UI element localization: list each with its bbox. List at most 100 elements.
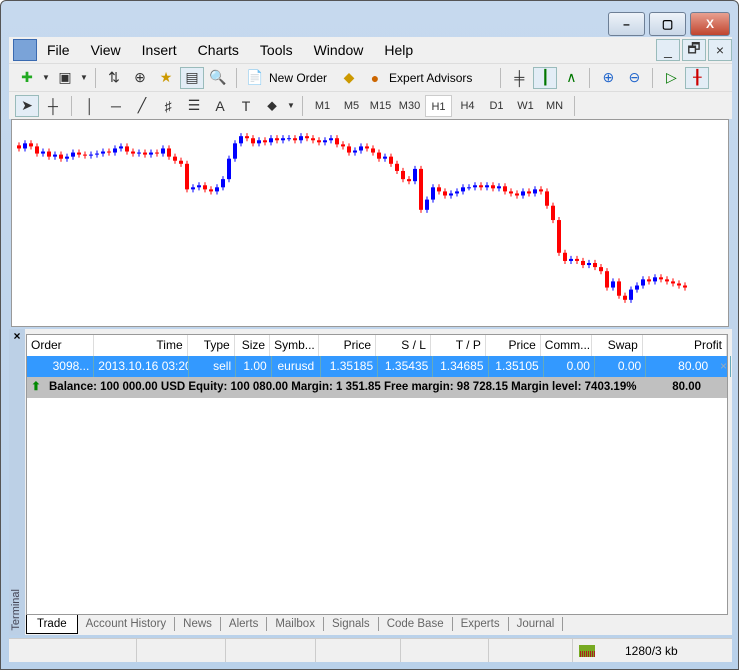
candle-body xyxy=(383,156,387,159)
cursor-icon[interactable]: ➤ xyxy=(15,94,39,117)
chart-shift-icon[interactable]: ╂ xyxy=(685,66,710,89)
timeframe-h1[interactable]: H1 xyxy=(425,94,452,117)
candle-body xyxy=(521,191,525,196)
candle xyxy=(401,167,405,183)
table-row[interactable]: 3098... 2013.10.16 03:20 sell 1.00 eurusd 1.3… xyxy=(27,356,732,377)
timeframe-m5[interactable]: M5 xyxy=(338,95,365,117)
tab-news[interactable]: News xyxy=(175,617,221,631)
column-header-2[interactable]: Type xyxy=(188,335,235,356)
zoom-out-icon[interactable]: ⊖ xyxy=(622,67,646,89)
column-header-5[interactable]: Price xyxy=(319,335,377,356)
candle-body xyxy=(293,138,297,141)
dropdown-arrow-icon[interactable]: ▼ xyxy=(286,95,296,117)
maximize-button[interactable]: ▢ xyxy=(649,12,686,36)
candle xyxy=(575,255,579,265)
bar-chart-icon[interactable]: ╪ xyxy=(507,67,531,89)
tab-signals[interactable]: Signals xyxy=(324,617,379,631)
zoom-in-icon[interactable]: ⊕ xyxy=(596,67,620,89)
column-header-3[interactable]: Size xyxy=(235,335,271,356)
dropdown-arrow-icon[interactable]: ▼ xyxy=(41,67,51,89)
timeframe-w1[interactable]: W1 xyxy=(512,95,539,117)
menu-file[interactable]: File xyxy=(47,42,70,58)
menu-window[interactable]: Window xyxy=(314,42,364,58)
market-watch-icon[interactable]: ⇅ xyxy=(102,67,126,89)
candle xyxy=(527,188,531,197)
tab-mailbox[interactable]: Mailbox xyxy=(267,617,324,631)
menu-charts[interactable]: Charts xyxy=(198,42,239,58)
menu-help[interactable]: Help xyxy=(384,42,413,58)
timeframe-m1[interactable]: M1 xyxy=(309,95,336,117)
crosshair-target-icon[interactable]: ⊕ xyxy=(128,67,152,89)
minimize-button[interactable]: – xyxy=(608,12,645,36)
profiles-icon[interactable]: ▣ xyxy=(53,67,77,89)
metaeditor-icon[interactable]: ◆ xyxy=(337,67,361,89)
column-header-8[interactable]: Price xyxy=(486,335,541,356)
new-order-icon[interactable]: 📄 xyxy=(243,67,267,89)
autoscroll-icon[interactable]: ▷ xyxy=(659,67,683,89)
candle-body xyxy=(485,185,489,188)
column-header-0[interactable]: Order xyxy=(27,335,94,356)
column-header-6[interactable]: S / L xyxy=(376,335,431,356)
candle-body xyxy=(233,143,237,159)
column-header-7[interactable]: T / P xyxy=(431,335,486,356)
column-header-11[interactable]: Profit xyxy=(643,335,727,356)
tab-code-base[interactable]: Code Base xyxy=(379,617,453,631)
new-order-button[interactable]: New Order xyxy=(269,71,327,85)
mdi-close-button[interactable]: × xyxy=(708,39,732,61)
close-button[interactable]: X xyxy=(690,12,730,36)
tab-journal[interactable]: Journal xyxy=(509,617,564,631)
vertical-line-icon[interactable]: │ xyxy=(78,95,102,117)
text-label-icon[interactable]: T xyxy=(234,95,258,117)
tab-alerts[interactable]: Alerts xyxy=(221,617,268,631)
terminal-icon[interactable]: ▤ xyxy=(180,66,204,89)
mdi-restore-button[interactable]: 🗗 xyxy=(682,39,706,61)
tab-experts[interactable]: Experts xyxy=(453,617,509,631)
timeframe-h4[interactable]: H4 xyxy=(454,95,481,117)
drawing-toolbar: ➤ ┼ │ ─ ╱ ♯ ☰ A T ⬥ ▼ M1 M5 M15 M30 H1 H4… xyxy=(9,91,732,119)
candle xyxy=(515,190,519,199)
candle xyxy=(137,149,141,157)
column-header-9[interactable]: Comm... xyxy=(541,335,592,356)
close-order-icon[interactable]: × xyxy=(713,356,727,377)
mdi-minimize-button[interactable]: _ xyxy=(656,39,680,61)
tab-account-history[interactable]: Account History xyxy=(78,617,176,631)
dropdown-arrow-icon[interactable]: ▼ xyxy=(79,67,89,89)
arrows-icon[interactable]: ⬥ xyxy=(260,95,284,117)
timeframe-d1[interactable]: D1 xyxy=(483,95,510,117)
fibonacci-icon[interactable]: ☰ xyxy=(182,95,206,117)
candle xyxy=(245,133,249,142)
menu-insert[interactable]: Insert xyxy=(142,42,177,58)
candle xyxy=(293,135,297,144)
terminal-panel: × Terminal Order Time Type Size Symb... Price… xyxy=(9,329,732,635)
column-header-1[interactable]: Time xyxy=(94,335,188,356)
strategy-tester-icon[interactable]: 🔍 xyxy=(206,67,230,89)
candle xyxy=(449,190,453,199)
new-chart-icon[interactable]: ✚ xyxy=(15,67,39,89)
price-chart[interactable] xyxy=(11,119,729,327)
menu-view[interactable]: View xyxy=(91,42,121,58)
candle xyxy=(569,255,573,265)
horizontal-line-icon[interactable]: ─ xyxy=(104,95,128,117)
expert-advisors-button[interactable]: Expert Advisors xyxy=(389,71,472,85)
timeframe-m30[interactable]: M30 xyxy=(396,95,423,117)
terminal-close-button[interactable]: × xyxy=(9,329,25,343)
candle-body xyxy=(77,152,81,155)
column-header-10[interactable]: Swap xyxy=(592,335,643,356)
candle-body xyxy=(611,281,615,288)
text-icon[interactable]: A xyxy=(208,95,232,117)
navigator-icon[interactable]: ★ xyxy=(154,67,178,89)
timeframe-m15[interactable]: M15 xyxy=(367,95,394,117)
tab-trade[interactable]: Trade xyxy=(26,614,78,634)
candle-body xyxy=(83,154,87,156)
line-chart-icon[interactable]: ∧ xyxy=(559,67,583,89)
trendline-icon[interactable]: ╱ xyxy=(130,95,154,117)
candle-body xyxy=(203,185,207,190)
menu-tools[interactable]: Tools xyxy=(260,42,293,58)
expert-advisors-icon[interactable]: ● xyxy=(363,67,387,89)
candlestick-icon[interactable]: ┃ xyxy=(533,66,558,89)
crosshair-icon[interactable]: ┼ xyxy=(41,95,65,117)
equidistant-channel-icon[interactable]: ♯ xyxy=(156,95,180,117)
candle xyxy=(233,140,237,162)
column-header-4[interactable]: Symb... xyxy=(270,335,320,356)
timeframe-mn[interactable]: MN xyxy=(541,95,568,117)
